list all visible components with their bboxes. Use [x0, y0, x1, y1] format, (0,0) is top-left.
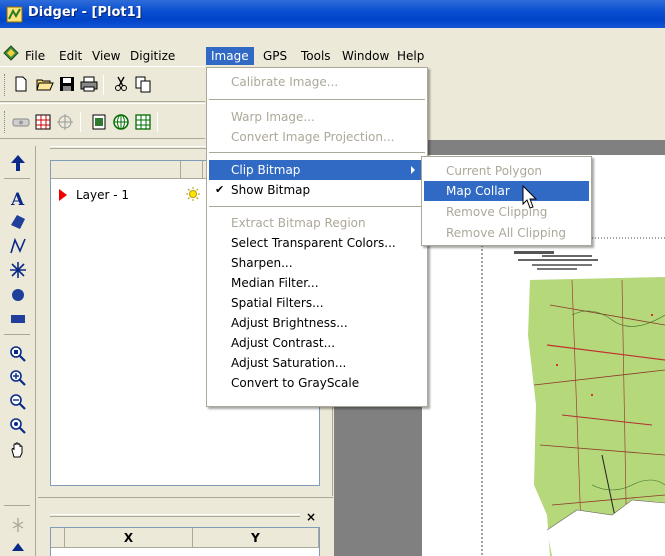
menu-edit[interactable]: Edit	[54, 47, 87, 65]
grid-points-icon[interactable]	[34, 113, 52, 131]
text-tool-icon[interactable]: A	[9, 189, 27, 207]
print-icon[interactable]	[80, 75, 98, 93]
menu-item-remove-clipping[interactable]: Remove Clipping	[424, 202, 589, 222]
menu-item-sharpen[interactable]: Sharpen...	[209, 253, 425, 273]
polygon-tool-icon[interactable]	[9, 213, 27, 231]
coordinates-panel: × X Y	[38, 497, 333, 556]
header-column-visibility[interactable]	[181, 161, 203, 179]
menu-view[interactable]: View	[87, 47, 125, 65]
menu-help[interactable]: Help	[392, 47, 429, 65]
menu-separator	[209, 99, 425, 100]
toolbar-separator	[157, 112, 158, 132]
toolbar-grip[interactable]	[4, 74, 7, 96]
menu-item-spatial-filters[interactable]: Spatial Filters...	[209, 293, 425, 313]
menu-item-warp-image[interactable]: Warp Image...	[209, 107, 425, 127]
window-title: Didger - [Plot1]	[28, 5, 142, 20]
menu-item-map-collar[interactable]: Map Collar	[424, 181, 589, 201]
cut-scissors-icon[interactable]	[112, 75, 130, 93]
row-header-corner	[51, 528, 65, 548]
standard-toolbar	[0, 66, 205, 102]
projection-globe-icon[interactable]	[112, 113, 130, 131]
layer-name: Layer - 1	[76, 188, 130, 202]
toolbar-separator	[80, 112, 81, 132]
document-system-icon[interactable]	[3, 45, 19, 61]
copy-icon[interactable]	[134, 75, 152, 93]
active-layer-arrow-icon	[59, 189, 67, 201]
menu-item-show-bitmap-label: Show Bitmap	[231, 183, 311, 197]
column-header-x[interactable]: X	[65, 528, 193, 548]
menu-item-current-polygon[interactable]: Current Polygon	[424, 161, 589, 181]
calibrate-icon[interactable]	[90, 113, 108, 131]
menu-gps[interactable]: GPS	[258, 47, 292, 65]
pan-hand-icon[interactable]	[9, 441, 27, 459]
digitizer-tablet-icon[interactable]	[12, 113, 30, 131]
menu-file[interactable]: File	[20, 47, 50, 65]
zoom-full-icon[interactable]	[9, 417, 27, 435]
select-arrow-icon[interactable]	[9, 154, 27, 172]
polyline-tool-icon[interactable]	[9, 237, 27, 255]
save-disk-icon[interactable]	[58, 75, 76, 93]
menu-item-median-filter[interactable]: Median Filter...	[209, 273, 425, 293]
didger-app-icon	[6, 6, 23, 23]
toolbar-separator	[4, 505, 30, 506]
coordinate-table[interactable]: X Y	[50, 527, 320, 556]
digitize-toolbar	[0, 103, 205, 139]
menu-separator	[209, 206, 425, 207]
zoom-rectangle-icon[interactable]	[9, 345, 27, 363]
checkmark-icon: ✔	[215, 183, 225, 196]
menu-item-extract-bitmap-region[interactable]: Extract Bitmap Region	[209, 213, 425, 233]
clip-bitmap-submenu: Current Polygon Map Collar Remove Clippi…	[421, 156, 592, 246]
menu-item-adjust-brightness[interactable]: Adjust Brightness...	[209, 313, 425, 333]
mouse-pointer-icon	[522, 185, 538, 209]
point-tool-icon[interactable]	[9, 261, 27, 279]
new-file-icon[interactable]	[12, 75, 30, 93]
disabled-tool-icon	[12, 518, 24, 532]
menu-item-adjust-saturation[interactable]: Adjust Saturation...	[209, 353, 425, 373]
submenu-arrow-icon	[411, 166, 415, 174]
layer-visible-sun-icon[interactable]	[186, 187, 200, 201]
panel-grip[interactable]	[50, 514, 300, 517]
toolbar-grip[interactable]	[4, 111, 7, 133]
menu-item-show-bitmap[interactable]: ✔ Show Bitmap	[209, 180, 425, 200]
app-window: Didger - [Plot1] File Edit View Digitize…	[0, 0, 665, 556]
menu-item-adjust-contrast[interactable]: Adjust Contrast...	[209, 333, 425, 353]
menu-tools[interactable]: Tools	[296, 47, 336, 65]
menu-image[interactable]: Image	[206, 47, 254, 65]
header-column-name[interactable]	[51, 161, 181, 179]
menu-item-clip-bitmap[interactable]: Clip Bitmap	[209, 160, 425, 180]
drawing-toolbar: A	[0, 146, 36, 556]
menu-digitize[interactable]: Digitize	[125, 47, 180, 65]
menu-item-calibrate-image[interactable]: Calibrate Image...	[209, 72, 425, 92]
menu-window[interactable]: Window	[337, 47, 394, 65]
image-menu-dropdown: Calibrate Image... Warp Image... Convert…	[206, 67, 428, 407]
rectangle-tool-icon[interactable]	[9, 310, 27, 328]
menu-bar: File Edit View Digitize Image GPS Tools …	[0, 28, 665, 66]
title-bar[interactable]: Didger - [Plot1]	[0, 0, 665, 28]
menu-item-convert-to-grayscale[interactable]: Convert to GrayScale	[209, 373, 425, 393]
move-up-arrow-icon[interactable]	[9, 540, 27, 556]
table-grid-icon[interactable]	[134, 113, 152, 131]
menu-separator	[209, 152, 425, 153]
open-folder-icon[interactable]	[36, 75, 54, 93]
menu-item-clip-bitmap-label: Clip Bitmap	[231, 163, 301, 177]
zoom-in-icon[interactable]	[9, 369, 27, 387]
toolbar-separator	[103, 75, 104, 95]
crosshair-icon[interactable]	[56, 113, 74, 131]
menu-item-convert-image-projection[interactable]: Convert Image Projection...	[209, 127, 425, 147]
zoom-out-icon[interactable]	[9, 393, 27, 411]
menu-item-select-transparent-colors[interactable]: Select Transparent Colors...	[209, 233, 425, 253]
close-panel-button[interactable]: ×	[306, 510, 316, 524]
svg-text:A: A	[10, 190, 25, 207]
ellipse-tool-icon[interactable]	[9, 286, 27, 304]
toolbar-separator	[4, 334, 30, 335]
menu-item-remove-all-clipping[interactable]: Remove All Clipping	[424, 223, 589, 243]
toolbar-separator	[4, 178, 30, 179]
column-header-y[interactable]: Y	[193, 528, 319, 548]
